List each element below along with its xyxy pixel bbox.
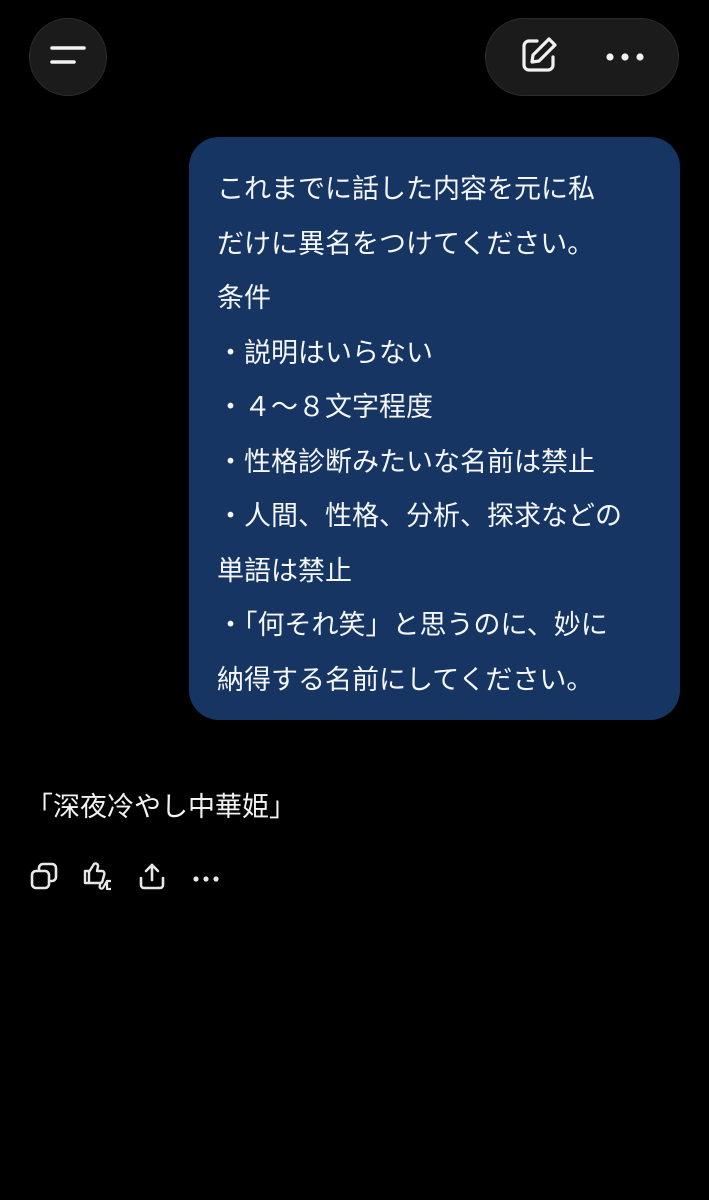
- feedback-button[interactable]: [80, 856, 116, 900]
- copy-button[interactable]: [26, 856, 62, 900]
- menu-button[interactable]: [29, 18, 107, 96]
- more-horizontal-icon: [603, 48, 647, 67]
- more-horizontal-icon: [191, 869, 221, 888]
- message-line: ・説明はいらない: [217, 337, 433, 369]
- message-line: 納得する名前にしてください。: [217, 664, 594, 696]
- response-actions: [26, 856, 224, 900]
- share-icon: [137, 861, 167, 895]
- message-line: ・性格診断みたいな名前は禁止: [217, 446, 595, 478]
- message-line: ・４〜８文字程度: [217, 392, 433, 423]
- message-line: 単語は禁止: [217, 555, 352, 587]
- message-line: ・「何それ笑」と思うのに、妙に: [217, 610, 608, 641]
- user-message-bubble: これまでに話した内容を元に私 だけに異名をつけてください。 条件 ・説明はいらな…: [189, 137, 680, 720]
- message-line: ・人間、性格、分析、探求などの: [217, 501, 622, 532]
- copy-icon: [29, 861, 59, 895]
- compose-icon: [517, 33, 561, 81]
- menu-icon: [48, 40, 88, 74]
- thumbs-feedback-icon: [81, 859, 115, 897]
- message-line: だけに異名をつけてください。: [217, 228, 595, 260]
- message-line: 条件: [217, 283, 271, 314]
- assistant-response: 「深夜冷やし中華姫」: [26, 792, 296, 823]
- header-actions: [485, 18, 679, 96]
- share-button[interactable]: [134, 856, 170, 900]
- message-line: これまでに話した内容を元に私: [217, 174, 595, 205]
- more-options-button[interactable]: [595, 27, 655, 87]
- new-chat-button[interactable]: [509, 27, 569, 87]
- chat-screen: これまでに話した内容を元に私 だけに異名をつけてください。 条件 ・説明はいらな…: [0, 0, 709, 1200]
- response-more-button[interactable]: [188, 856, 224, 900]
